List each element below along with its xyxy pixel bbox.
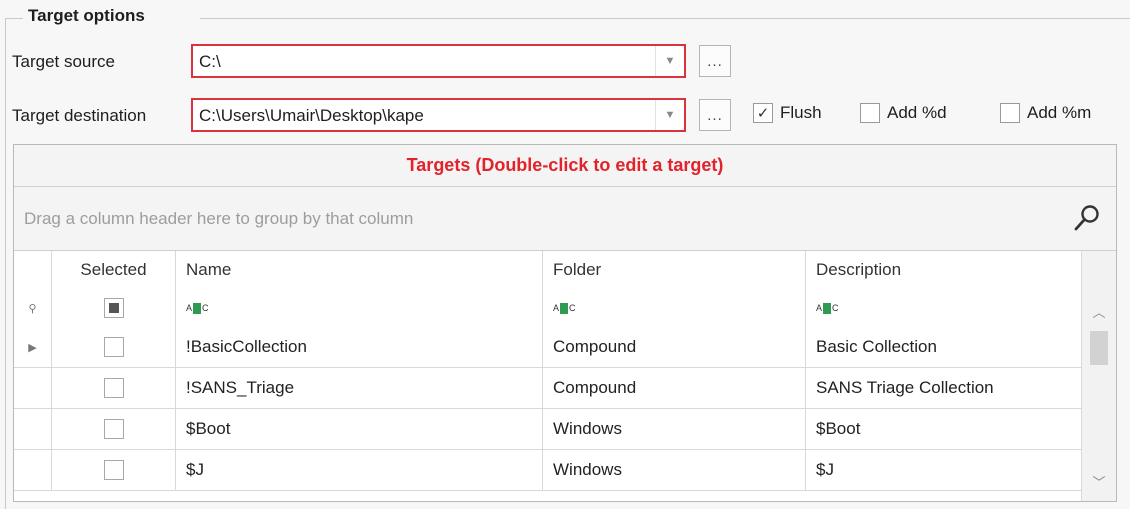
row-name[interactable]: $J [176, 450, 543, 490]
abc-filter-icon: AC [553, 302, 576, 314]
target-destination-browse-button[interactable]: ... [699, 99, 731, 131]
row-description[interactable]: $Boot [806, 409, 1082, 449]
targets-grid[interactable]: Targets (Double-click to edit a target) … [13, 144, 1117, 502]
column-header-name[interactable]: Name [176, 251, 543, 289]
group-border [200, 18, 1130, 19]
column-header-selected[interactable]: Selected [52, 251, 176, 289]
column-header-folder[interactable]: Folder [543, 251, 806, 289]
add-d-label: Add %d [887, 103, 947, 122]
row-indicator [14, 368, 52, 408]
row-name[interactable]: !SANS_Triage [176, 368, 543, 408]
indeterminate-checkbox-icon[interactable] [103, 298, 124, 318]
add-d-checkbox[interactable]: Add %d [860, 100, 947, 126]
chevron-down-icon[interactable]: ▼ [655, 100, 684, 130]
table-row[interactable]: $Boot Windows $Boot [14, 409, 1082, 450]
row-select-cell[interactable] [52, 409, 176, 449]
group-border [5, 18, 23, 19]
row-name[interactable]: $Boot [176, 409, 543, 449]
abc-filter-icon: AC [186, 302, 209, 314]
target-source-label: Target source [12, 52, 115, 71]
group-border [5, 18, 6, 509]
target-source-combo[interactable]: C:\ ▼ [191, 44, 686, 78]
add-m-label: Add %m [1027, 103, 1092, 122]
row-description[interactable]: Basic Collection [806, 327, 1082, 367]
filter-folder-cell[interactable]: AC [543, 289, 806, 327]
flush-label: Flush [780, 103, 822, 122]
chevron-down-icon[interactable]: ﹀ [1082, 461, 1116, 501]
grid-header-row: Selected Name Folder Description [14, 251, 1082, 290]
row-folder[interactable]: Windows [543, 450, 806, 490]
row-name[interactable]: !BasicCollection [176, 327, 543, 367]
unchecked-box-icon[interactable] [103, 337, 124, 357]
row-description[interactable]: SANS Triage Collection [806, 368, 1082, 408]
filter-selected-cell[interactable] [52, 289, 176, 327]
row-indicator [14, 450, 52, 490]
target-destination-combo[interactable]: C:\Users\Umair\Desktop\kape ▼ [191, 98, 686, 132]
unchecked-box-icon[interactable] [860, 103, 880, 123]
table-row[interactable]: !SANS_Triage Compound SANS Triage Collec… [14, 368, 1082, 409]
abc-filter-icon: AC [816, 302, 839, 314]
search-icon[interactable] [1072, 203, 1102, 233]
target-source-value[interactable]: C:\ [199, 52, 221, 72]
scroll-thumb[interactable] [1090, 331, 1108, 365]
unchecked-box-icon[interactable] [103, 460, 124, 480]
row-folder[interactable]: Compound [543, 368, 806, 408]
flush-checkbox[interactable]: ✓ Flush [753, 100, 822, 126]
filter-pin-icon: ⚲ [14, 289, 52, 327]
group-panel-hint: Drag a column header here to group by th… [24, 209, 414, 228]
row-folder[interactable]: Compound [543, 327, 806, 367]
column-header-description[interactable]: Description [806, 251, 1082, 289]
grid-caption: Targets (Double-click to edit a target) [14, 145, 1116, 187]
group-by-panel[interactable]: Drag a column header here to group by th… [14, 187, 1116, 251]
table-row[interactable]: $J Windows $J [14, 450, 1082, 491]
chevron-down-icon[interactable]: ▼ [655, 46, 684, 76]
add-m-checkbox[interactable]: Add %m [1000, 100, 1091, 126]
target-source-browse-button[interactable]: ... [699, 45, 731, 77]
filter-name-cell[interactable]: AC [176, 289, 543, 327]
row-indicator [14, 409, 52, 449]
chevron-up-icon[interactable]: ︿ [1082, 291, 1116, 331]
unchecked-box-icon[interactable] [103, 419, 124, 439]
checkmark-icon[interactable]: ✓ [753, 103, 773, 123]
filter-row[interactable]: ⚲ AC AC AC [14, 289, 1082, 328]
table-row[interactable]: ▶ !BasicCollection Compound Basic Collec… [14, 327, 1082, 368]
target-destination-value[interactable]: C:\Users\Umair\Desktop\kape [199, 106, 424, 126]
vertical-scrollbar[interactable]: ︿ ﹀ [1081, 251, 1116, 501]
target-destination-label: Target destination [12, 106, 147, 125]
unchecked-box-icon[interactable] [103, 378, 124, 398]
row-select-cell[interactable] [52, 368, 176, 408]
row-folder[interactable]: Windows [543, 409, 806, 449]
row-select-cell[interactable] [52, 327, 176, 367]
row-indicator-icon: ▶ [14, 327, 52, 367]
row-select-cell[interactable] [52, 450, 176, 490]
filter-description-cell[interactable]: AC [806, 289, 1082, 327]
row-description[interactable]: $J [806, 450, 1082, 490]
unchecked-box-icon[interactable] [1000, 103, 1020, 123]
group-title: Target options [28, 6, 145, 25]
indicator-header [14, 251, 52, 289]
